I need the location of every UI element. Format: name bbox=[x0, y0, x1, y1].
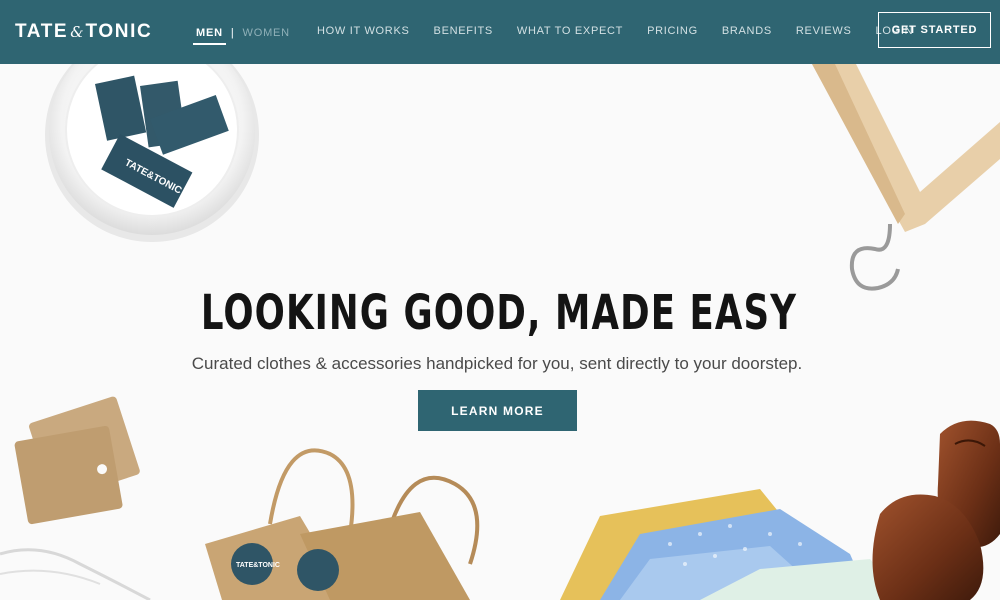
nav-how-it-works[interactable]: HOW IT WORKS bbox=[317, 25, 410, 37]
nav-benefits[interactable]: BENEFITS bbox=[434, 25, 493, 37]
kraft-tags-image bbox=[0, 396, 151, 600]
paper-bags-image: TATE&TONIC bbox=[205, 448, 480, 600]
folded-shirts-image bbox=[560, 489, 905, 600]
bag-sticker-text: TATE&TONIC bbox=[236, 562, 280, 569]
nav-pricing[interactable]: PRICING bbox=[647, 25, 698, 37]
logo-word-right: TONIC bbox=[85, 21, 153, 42]
main-nav: HOW IT WORKS BENEFITS WHAT TO EXPECT PRI… bbox=[317, 25, 913, 37]
hero-section: TATE&TONIC TATE&TONIC LOOKING GOOD, MADE… bbox=[0, 64, 1000, 600]
hero-headline: LOOKING GOOD, MADE EASY bbox=[200, 285, 798, 341]
nav-brands[interactable]: BRANDS bbox=[722, 25, 772, 37]
bowl-of-tags-image: TATE&TONIC bbox=[45, 64, 259, 242]
brown-shoes-image bbox=[872, 420, 1000, 600]
brand-logo[interactable]: TATE & TONIC bbox=[15, 19, 152, 45]
logo-word-left: TATE bbox=[15, 21, 69, 42]
gender-women-link[interactable]: WOMEN bbox=[243, 27, 290, 39]
get-started-button[interactable]: GET STARTED bbox=[878, 12, 991, 48]
gender-separator: | bbox=[230, 27, 235, 39]
gender-switch: MEN | WOMEN bbox=[193, 24, 290, 45]
hero-subline: Curated clothes & accessories handpicked… bbox=[191, 354, 803, 373]
site-header: TATE & TONIC MEN | WOMEN HOW IT WORKS BE… bbox=[0, 0, 1000, 64]
wooden-hanger-image bbox=[812, 64, 1000, 291]
nav-reviews[interactable]: REVIEWS bbox=[796, 25, 852, 37]
nav-what-to-expect[interactable]: WHAT TO EXPECT bbox=[517, 25, 623, 37]
logo-ampersand: & bbox=[70, 23, 84, 41]
learn-more-button[interactable]: LEARN MORE bbox=[418, 390, 577, 431]
gender-men-link[interactable]: MEN bbox=[193, 27, 226, 45]
